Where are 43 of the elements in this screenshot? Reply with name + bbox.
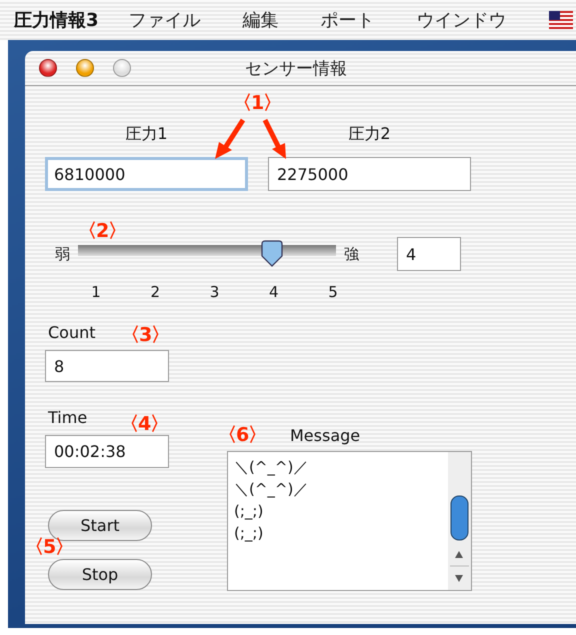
scroll-bar[interactable] — [448, 452, 471, 590]
menu-item[interactable]: 編集 — [242, 8, 279, 32]
pressure-field[interactable]: 2275000 — [268, 157, 471, 191]
count-field[interactable]: 8 — [45, 350, 169, 382]
tick-label: 2 — [150, 283, 160, 301]
time-field[interactable]: 00:02:38 — [45, 435, 169, 468]
field-label: 圧力1 — [125, 124, 168, 145]
menu-item[interactable]: ファイル — [128, 8, 201, 32]
message-line: ＼(^_^)／ — [234, 457, 310, 478]
message-line: (;_;) — [234, 501, 264, 522]
tick-label: 5 — [328, 283, 338, 301]
minimize-button[interactable] — [76, 59, 94, 77]
min-label: 弱 — [55, 244, 70, 264]
field-label: 圧力2 — [348, 124, 391, 145]
arrow — [262, 118, 286, 159]
count-label: Count — [48, 323, 96, 342]
callout-number: 〈2〉 — [78, 222, 126, 241]
tick-label: 3 — [210, 283, 220, 301]
slider-value-field[interactable]: 4 — [397, 237, 461, 271]
max-label: 強 — [344, 244, 359, 264]
close-button[interactable] — [39, 59, 57, 77]
callout-number: 〈1〉 — [233, 94, 282, 113]
app-menu[interactable]: 圧力情報3 — [14, 8, 99, 32]
callout-number: 〈6〉 — [218, 426, 266, 445]
callout-number: 〈3〉 — [121, 326, 170, 345]
menu-item[interactable]: ウインドウ — [416, 8, 507, 32]
time-label: Time — [48, 408, 88, 427]
tick-label: 1 — [91, 283, 101, 301]
arrow — [215, 118, 246, 159]
callout-number: 〈4〉 — [120, 415, 168, 434]
message-area[interactable]: ＼(^_^)／ ＼(^_^)／ (;_;) (;_;) — [227, 451, 472, 591]
message-line: (;_;) — [234, 523, 264, 544]
tick-label: 4 — [268, 283, 279, 301]
pressure-field[interactable]: 6810000 — [45, 157, 248, 191]
slider-thumb[interactable] — [260, 240, 284, 268]
callout-number: 〈5〉 — [25, 538, 74, 557]
menu-item[interactable]: ポート — [320, 8, 375, 32]
stop-button[interactable]: Stop — [48, 559, 152, 590]
window-title: センサー情報 — [245, 58, 347, 80]
zoom-button[interactable] — [113, 59, 131, 77]
message-label: Message — [290, 426, 362, 445]
message-line: ＼(^_^)／ — [234, 479, 310, 500]
flag-icon[interactable] — [548, 11, 573, 29]
